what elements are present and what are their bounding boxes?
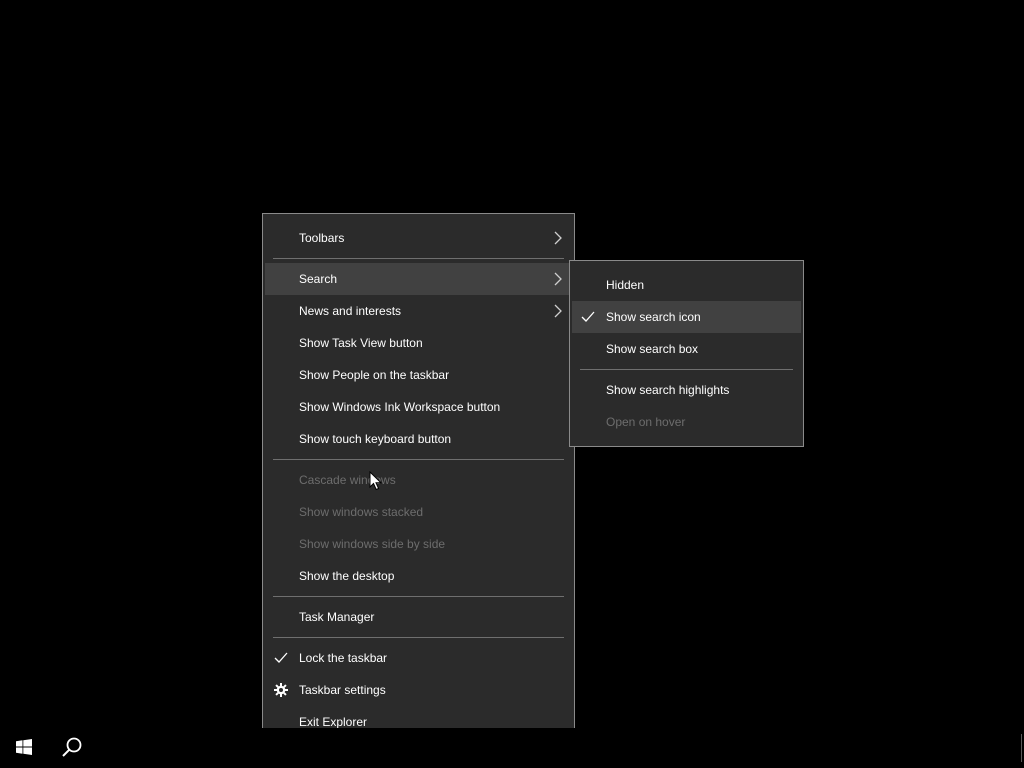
- menu-item-show-the-desktop[interactable]: Show the desktop: [265, 560, 572, 592]
- menu-item-show-people[interactable]: Show People on the taskbar: [265, 359, 572, 391]
- submenu-item-show-search-icon[interactable]: Show search icon: [572, 301, 801, 333]
- menu-item-task-manager[interactable]: Task Manager: [265, 601, 572, 633]
- menu-item-show-windows-side-by-side: Show windows side by side: [265, 528, 572, 560]
- menu-item-cascade-windows: Cascade windows: [265, 464, 572, 496]
- submenu-item-hidden[interactable]: Hidden: [572, 269, 801, 301]
- menu-item-show-task-view-button[interactable]: Show Task View button: [265, 327, 572, 359]
- taskbar[interactable]: [0, 728, 1024, 768]
- menu-item-label: Search: [299, 272, 338, 286]
- menu-item-news-and-interests[interactable]: News and interests: [265, 295, 572, 327]
- menu-item-label: Show Task View button: [299, 336, 423, 350]
- menu-item-label: Show windows side by side: [299, 537, 446, 551]
- submenu-item-show-search-box[interactable]: Show search box: [572, 333, 801, 365]
- gear-icon: [273, 674, 289, 706]
- menu-item-toolbars[interactable]: Toolbars: [265, 222, 572, 254]
- menu-item-label: Show windows stacked: [299, 505, 424, 519]
- menu-separator: [273, 637, 564, 638]
- menu-item-label: Hidden: [606, 278, 645, 292]
- chevron-right-icon: [552, 263, 564, 295]
- menu-item-label: News and interests: [299, 304, 402, 318]
- windows-logo-icon: [16, 738, 32, 758]
- menu-item-label: Exit Explorer: [299, 715, 368, 729]
- menu-item-label: Show search highlights: [606, 383, 730, 397]
- taskbar-context-menu: Toolbars Search News and interests Show …: [262, 213, 575, 747]
- menu-separator: [273, 596, 564, 597]
- checkmark-icon: [580, 301, 596, 333]
- menu-item-label: Lock the taskbar: [299, 651, 388, 665]
- chevron-right-icon: [552, 295, 564, 327]
- search-button[interactable]: [48, 728, 96, 768]
- menu-item-label: Open on hover: [606, 415, 686, 429]
- mouse-cursor-icon: [369, 470, 383, 491]
- show-desktop-edge[interactable]: [1021, 734, 1022, 762]
- menu-item-label: Show Windows Ink Workspace button: [299, 400, 501, 414]
- menu-item-label: Toolbars: [299, 231, 345, 245]
- menu-separator: [580, 369, 793, 370]
- menu-item-label: Show touch keyboard button: [299, 432, 452, 446]
- menu-separator: [273, 459, 564, 460]
- menu-item-label: Show search box: [606, 342, 699, 356]
- menu-item-taskbar-settings[interactable]: Taskbar settings: [265, 674, 572, 706]
- start-button[interactable]: [0, 728, 48, 768]
- menu-item-label: Taskbar settings: [299, 683, 386, 697]
- menu-item-lock-the-taskbar[interactable]: Lock the taskbar: [265, 642, 572, 674]
- menu-item-show-touch-keyboard[interactable]: Show touch keyboard button: [265, 423, 572, 455]
- menu-item-show-windows-ink[interactable]: Show Windows Ink Workspace button: [265, 391, 572, 423]
- checkmark-icon: [273, 642, 289, 674]
- chevron-right-icon: [552, 222, 564, 254]
- menu-item-show-windows-stacked: Show windows stacked: [265, 496, 572, 528]
- menu-item-search[interactable]: Search: [265, 263, 572, 295]
- search-icon: [61, 736, 83, 761]
- menu-item-label: Task Manager: [299, 610, 375, 624]
- menu-item-label: Show People on the taskbar: [299, 368, 450, 382]
- search-submenu: Hidden Show search icon Show search box …: [569, 260, 804, 447]
- menu-item-label: Show search icon: [606, 310, 701, 324]
- submenu-item-open-on-hover: Open on hover: [572, 406, 801, 438]
- menu-separator: [273, 258, 564, 259]
- submenu-item-show-search-highlights[interactable]: Show search highlights: [572, 374, 801, 406]
- menu-item-label: Show the desktop: [299, 569, 395, 583]
